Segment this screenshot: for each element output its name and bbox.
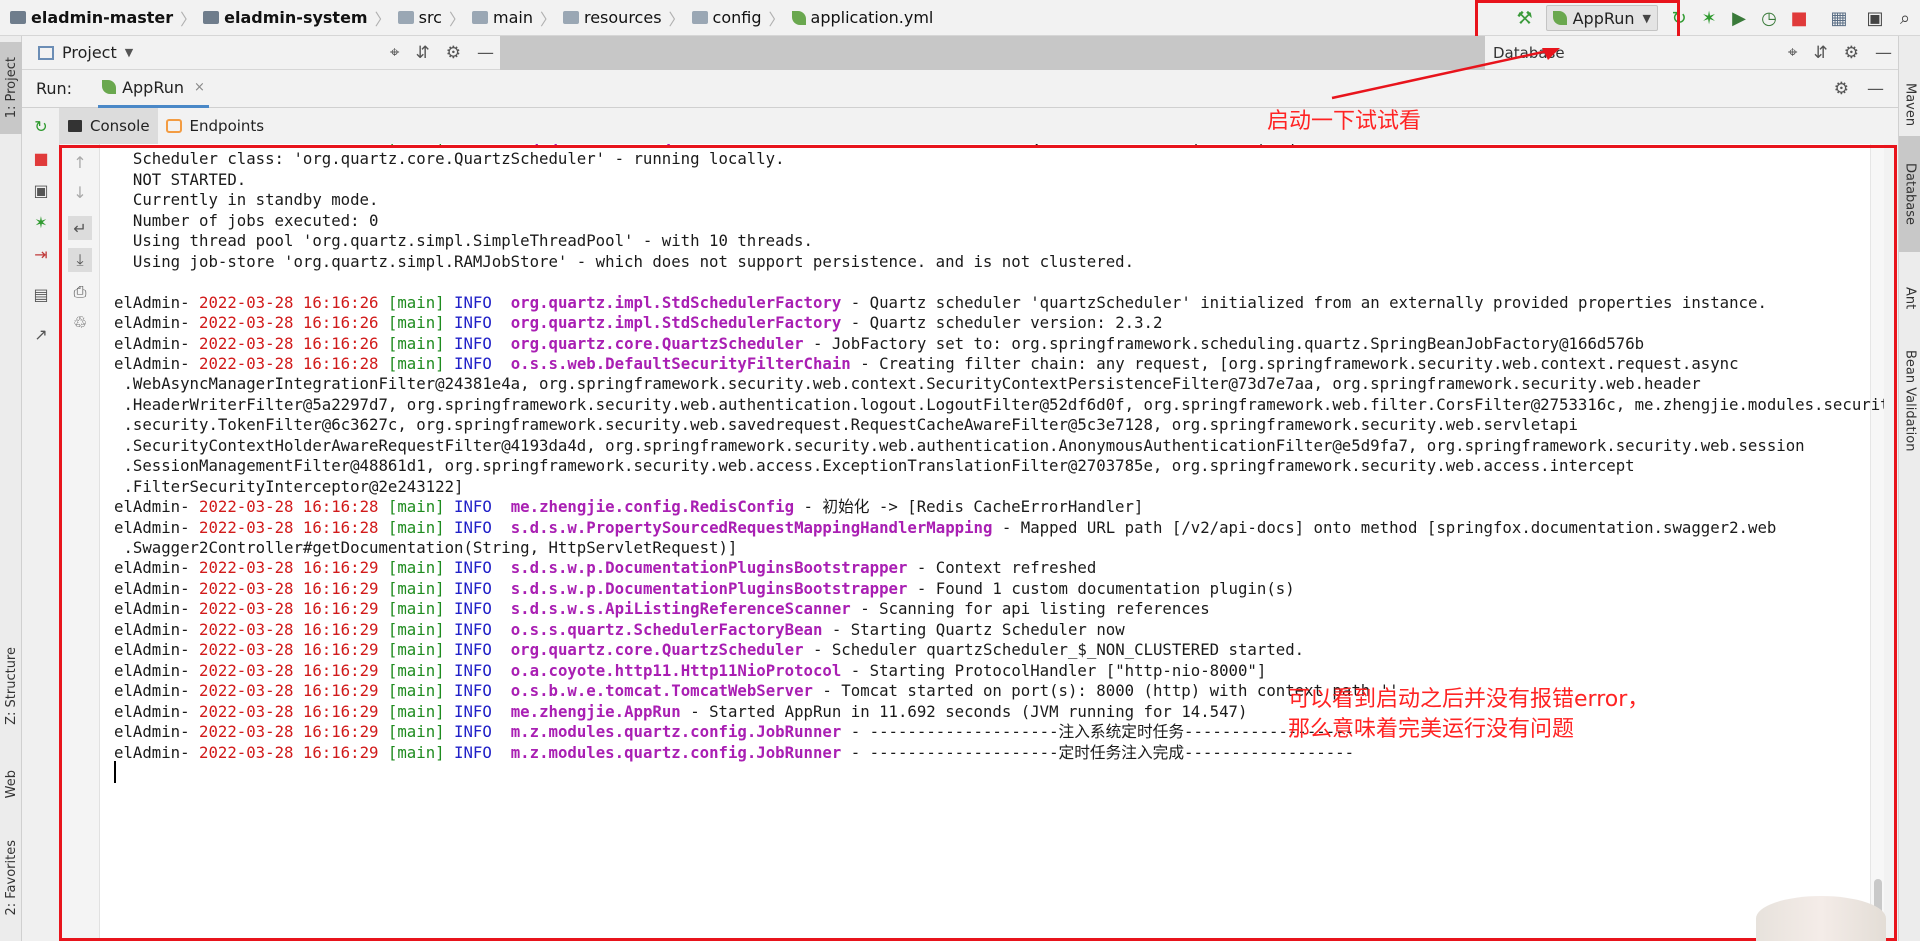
run-subtabs: Console Endpoints [22,108,1898,144]
left-tool-stripe: 1: Project Z: Structure Web 2: Favorites [0,36,22,941]
camera-icon[interactable]: ▣ [29,178,53,202]
breadcrumb-label: eladmin-master [31,8,174,27]
annotation-no-error-line1: 可以看到启动之后并没有报错error， [1288,687,1650,712]
gear-icon[interactable]: ⚙ [446,43,461,63]
tool-tab-database[interactable]: Database [1899,136,1920,252]
watermark-image [1756,896,1886,941]
stop-icon[interactable]: ■ [1784,3,1814,33]
run-tool-window-header: Run: AppRun × ⚙ — [22,70,1898,108]
tool-tab-ant[interactable]: Ant [1899,270,1920,326]
collapse-icon[interactable]: ⇵ [1814,43,1828,63]
run-actions-gutter: ↻ ■ ▣ ✶ ⇥ ▤ ↗ [22,108,60,941]
endpoints-icon [165,119,182,133]
project-structure-icon[interactable]: ▦ [1824,3,1854,33]
collapse-icon[interactable]: ⇵ [416,43,430,63]
locate-icon[interactable]: ⌖ [390,43,400,63]
minimize-icon[interactable]: — [477,43,494,63]
stop-icon[interactable]: ■ [29,146,53,170]
breadcrumb-label: main [492,8,533,27]
breadcrumb-label: eladmin-system [224,8,368,27]
breadcrumb-separator: 〉 [374,9,391,29]
profile-icon[interactable]: ◷ [1754,3,1784,33]
pin-icon[interactable]: ↗ [29,322,53,346]
database-panel-actions: ⌖ ⇵ ⚙ — [1788,36,1892,70]
breadcrumb-label: src [418,8,442,27]
project-view-icon [38,45,54,60]
debug-icon[interactable]: ✶ [1694,3,1724,33]
breadcrumb-label: application.yml [810,8,934,27]
run-tab-label: AppRun [122,77,185,97]
right-tool-stripe: Maven Database Ant Bean Validation [1898,36,1920,941]
annotation-arrow [1331,48,1560,100]
tool-tab-web[interactable]: Web [0,752,22,816]
ide-window: eladmin-master 〉 eladmin-system 〉 src 〉 main 〉 r… [0,0,1920,941]
gear-icon[interactable]: ⚙ [1834,79,1849,99]
folder-icon [471,11,488,24]
subtab-endpoints[interactable]: Endpoints [158,108,273,144]
breadcrumb-item[interactable]: eladmin-system [203,0,368,36]
terminal-icon[interactable]: ▣ [1860,3,1890,33]
module-folder-icon [10,11,26,24]
breadcrumb-separator: 〉 [539,9,556,29]
run-label: Run: [36,79,73,98]
project-panel-title[interactable]: Project ▼ [38,43,133,62]
tool-tab-favorites[interactable]: 2: Favorites [0,828,22,928]
breadcrumb-item[interactable]: main [471,0,533,36]
breadcrumb-separator: 〉 [768,9,785,29]
module-folder-icon [203,11,220,24]
folder-icon [691,11,708,24]
breadcrumb-item[interactable]: src [397,0,442,36]
gear-icon[interactable]: ⚙ [1844,43,1859,63]
tool-tab-structure[interactable]: Z: Structure [0,636,22,736]
rerun-icon[interactable]: ↻ [29,114,53,138]
breadcrumb-item[interactable]: resources [562,0,662,36]
locate-icon[interactable]: ⌖ [1788,43,1798,63]
tool-tab-bean-validation[interactable]: Bean Validation [1899,336,1920,466]
breadcrumb-label: resources [583,8,662,27]
coverage-icon[interactable]: ▶ [1724,3,1754,33]
breadcrumb: eladmin-master 〉 eladmin-system 〉 src 〉 main 〉 r… [0,0,933,36]
folder-icon [562,11,579,24]
breadcrumb-item[interactable]: application.yml [791,0,934,36]
breadcrumb-item[interactable]: eladmin-master [10,0,173,36]
subtab-console[interactable]: Console [60,108,158,144]
chevron-down-icon: ▼ [124,46,134,59]
console-icon [68,120,82,132]
spring-boot-icon [102,80,117,94]
breadcrumb-label: config [712,8,762,27]
annotation-no-error-line2: 那么意味着完美运行没有问题 [1288,717,1575,742]
project-panel-actions: ⌖ ⇵ ⚙ — [390,36,494,70]
close-icon[interactable]: × [194,80,205,95]
search-icon[interactable]: ⌕ [1890,3,1920,33]
annotation-try-run: 启动一下试试看 [1267,109,1422,134]
breadcrumb-item[interactable]: config [691,0,762,36]
minimize-icon[interactable]: — [1875,43,1892,63]
debug-icon[interactable]: ✶ [29,210,53,234]
tool-tab-maven[interactable]: Maven [1899,66,1920,144]
exit-icon[interactable]: ⇥ [29,242,53,266]
tool-tab-project[interactable]: 1: Project [0,42,22,134]
project-panel-header: Project ▼ ⌖ ⇵ ⚙ — [22,36,500,70]
minimize-icon[interactable]: — [1867,79,1884,99]
run-panel-actions: ⚙ — [1834,70,1884,108]
breadcrumb-separator: 〉 [448,9,465,29]
run-tab-apprun[interactable]: AppRun × [98,70,209,108]
layout-icon[interactable]: ▤ [29,282,53,306]
breadcrumb-separator: 〉 [668,9,685,29]
highlight-box-console [59,145,1897,941]
folder-icon [397,11,414,24]
breadcrumb-separator: 〉 [180,9,197,29]
spring-leaf-icon [791,10,806,25]
